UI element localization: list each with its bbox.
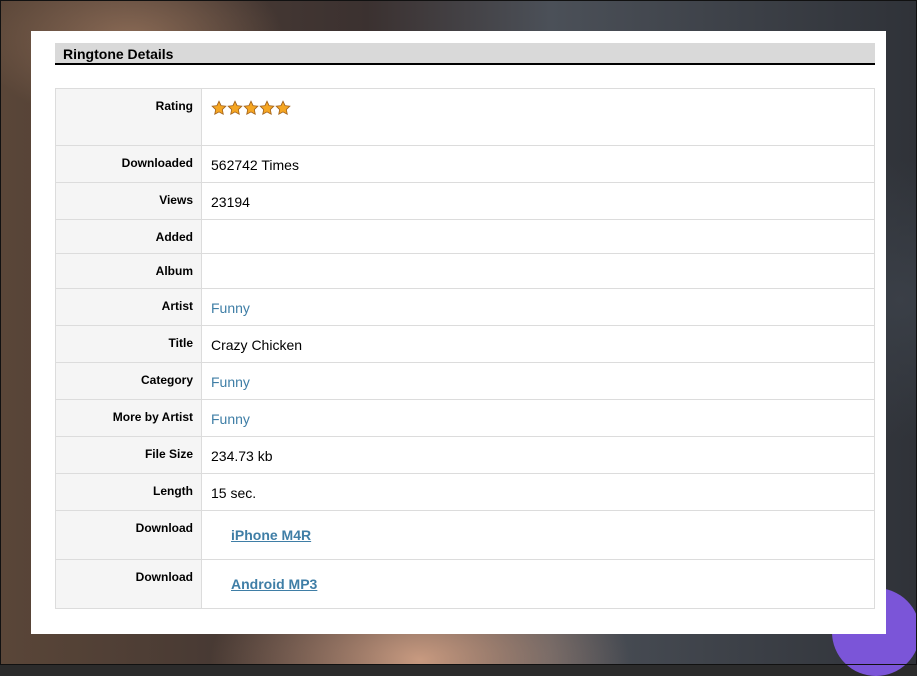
download-android-link[interactable]: Android MP3 <box>231 576 317 592</box>
file-size-value: 234.73 kb <box>201 436 875 474</box>
table-row-views: Views 23194 <box>55 182 875 220</box>
row-label: Views <box>55 182 202 220</box>
table-row-category: Category Funny <box>55 362 875 400</box>
length-value: 15 sec. <box>201 473 875 511</box>
table-row-more-by-artist: More by Artist Funny <box>55 399 875 437</box>
album-value <box>201 253 875 289</box>
row-label: More by Artist <box>55 399 202 437</box>
row-label: File Size <box>55 436 202 474</box>
star-icon <box>243 100 259 116</box>
section-title: Ringtone Details <box>55 43 875 65</box>
rating-value <box>201 88 875 146</box>
table-row-file-size: File Size 234.73 kb <box>55 436 875 474</box>
table-row-download-iphone: Download iPhone M4R <box>55 510 875 560</box>
downloaded-value: 562742 Times <box>201 145 875 183</box>
row-label: Downloaded <box>55 145 202 183</box>
row-label: Length <box>55 473 202 511</box>
row-label: Download <box>55 510 202 560</box>
table-row-title: Title Crazy Chicken <box>55 325 875 363</box>
row-label: Title <box>55 325 202 363</box>
star-icon <box>259 100 275 116</box>
star-icon <box>227 100 243 116</box>
row-label: Artist <box>55 288 202 326</box>
download-iphone-link[interactable]: iPhone M4R <box>231 527 311 543</box>
table-row-rating: Rating <box>55 88 875 146</box>
table-row-album: Album <box>55 253 875 289</box>
details-table: Rating Downloaded 562742 Times Views 231… <box>55 88 875 609</box>
row-label: Added <box>55 219 202 254</box>
category-link[interactable]: Funny <box>211 374 250 390</box>
artist-link[interactable]: Funny <box>211 300 250 316</box>
views-value: 23194 <box>201 182 875 220</box>
row-label: Album <box>55 253 202 289</box>
row-label: Category <box>55 362 202 400</box>
more-by-artist-link[interactable]: Funny <box>211 411 250 427</box>
title-value: Crazy Chicken <box>201 325 875 363</box>
added-value <box>201 219 875 254</box>
row-label: Download <box>55 559 202 609</box>
star-icon <box>275 100 291 116</box>
ringtone-details-panel: Ringtone Details Rating Downloaded 56274… <box>31 31 886 634</box>
table-row-downloaded: Downloaded 562742 Times <box>55 145 875 183</box>
table-row-artist: Artist Funny <box>55 288 875 326</box>
rating-stars <box>211 100 291 116</box>
table-row-added: Added <box>55 219 875 254</box>
star-icon <box>211 100 227 116</box>
table-row-length: Length 15 sec. <box>55 473 875 511</box>
row-label: Rating <box>55 88 202 146</box>
table-row-download-android: Download Android MP3 <box>55 559 875 609</box>
